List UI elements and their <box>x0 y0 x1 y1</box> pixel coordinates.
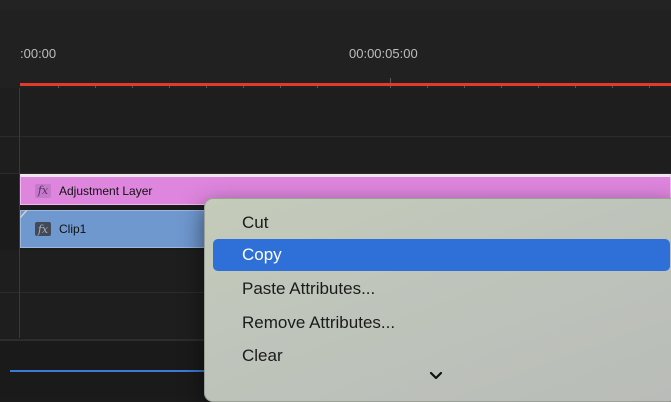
timecode-label-mid: 00:00:05:00 <box>349 46 418 61</box>
panel-header-strip <box>0 0 671 10</box>
chevron-down-icon[interactable] <box>429 369 443 383</box>
video-track-2[interactable] <box>0 137 671 174</box>
time-ruler[interactable]: :00:00 00:00:05:00 <box>0 10 671 93</box>
menu-item-copy[interactable]: Copy <box>213 239 670 271</box>
video-track-3[interactable] <box>0 88 671 137</box>
clip-corner-marker-icon <box>20 210 28 218</box>
clip-label: Adjustment Layer <box>59 183 153 198</box>
fx-badge-icon: fx <box>35 183 51 198</box>
clip1-clip[interactable]: fx Clip1 <box>20 210 210 248</box>
menu-item-cut[interactable]: Cut <box>213 207 670 239</box>
timeline-scrollbar[interactable] <box>10 370 206 372</box>
timecode-label-start: :00:00 <box>20 46 57 61</box>
menu-item-remove-attributes[interactable]: Remove Attributes... <box>213 307 670 339</box>
context-menu: Cut Copy Paste Attributes... Remove Attr… <box>204 198 671 402</box>
fx-badge-icon: fx <box>35 222 51 236</box>
menu-item-paste-attributes[interactable]: Paste Attributes... <box>213 273 670 305</box>
menu-item-clear[interactable]: Clear <box>213 340 670 372</box>
clip-label: Clip1 <box>59 222 87 236</box>
playhead-range-bar[interactable] <box>20 83 671 86</box>
